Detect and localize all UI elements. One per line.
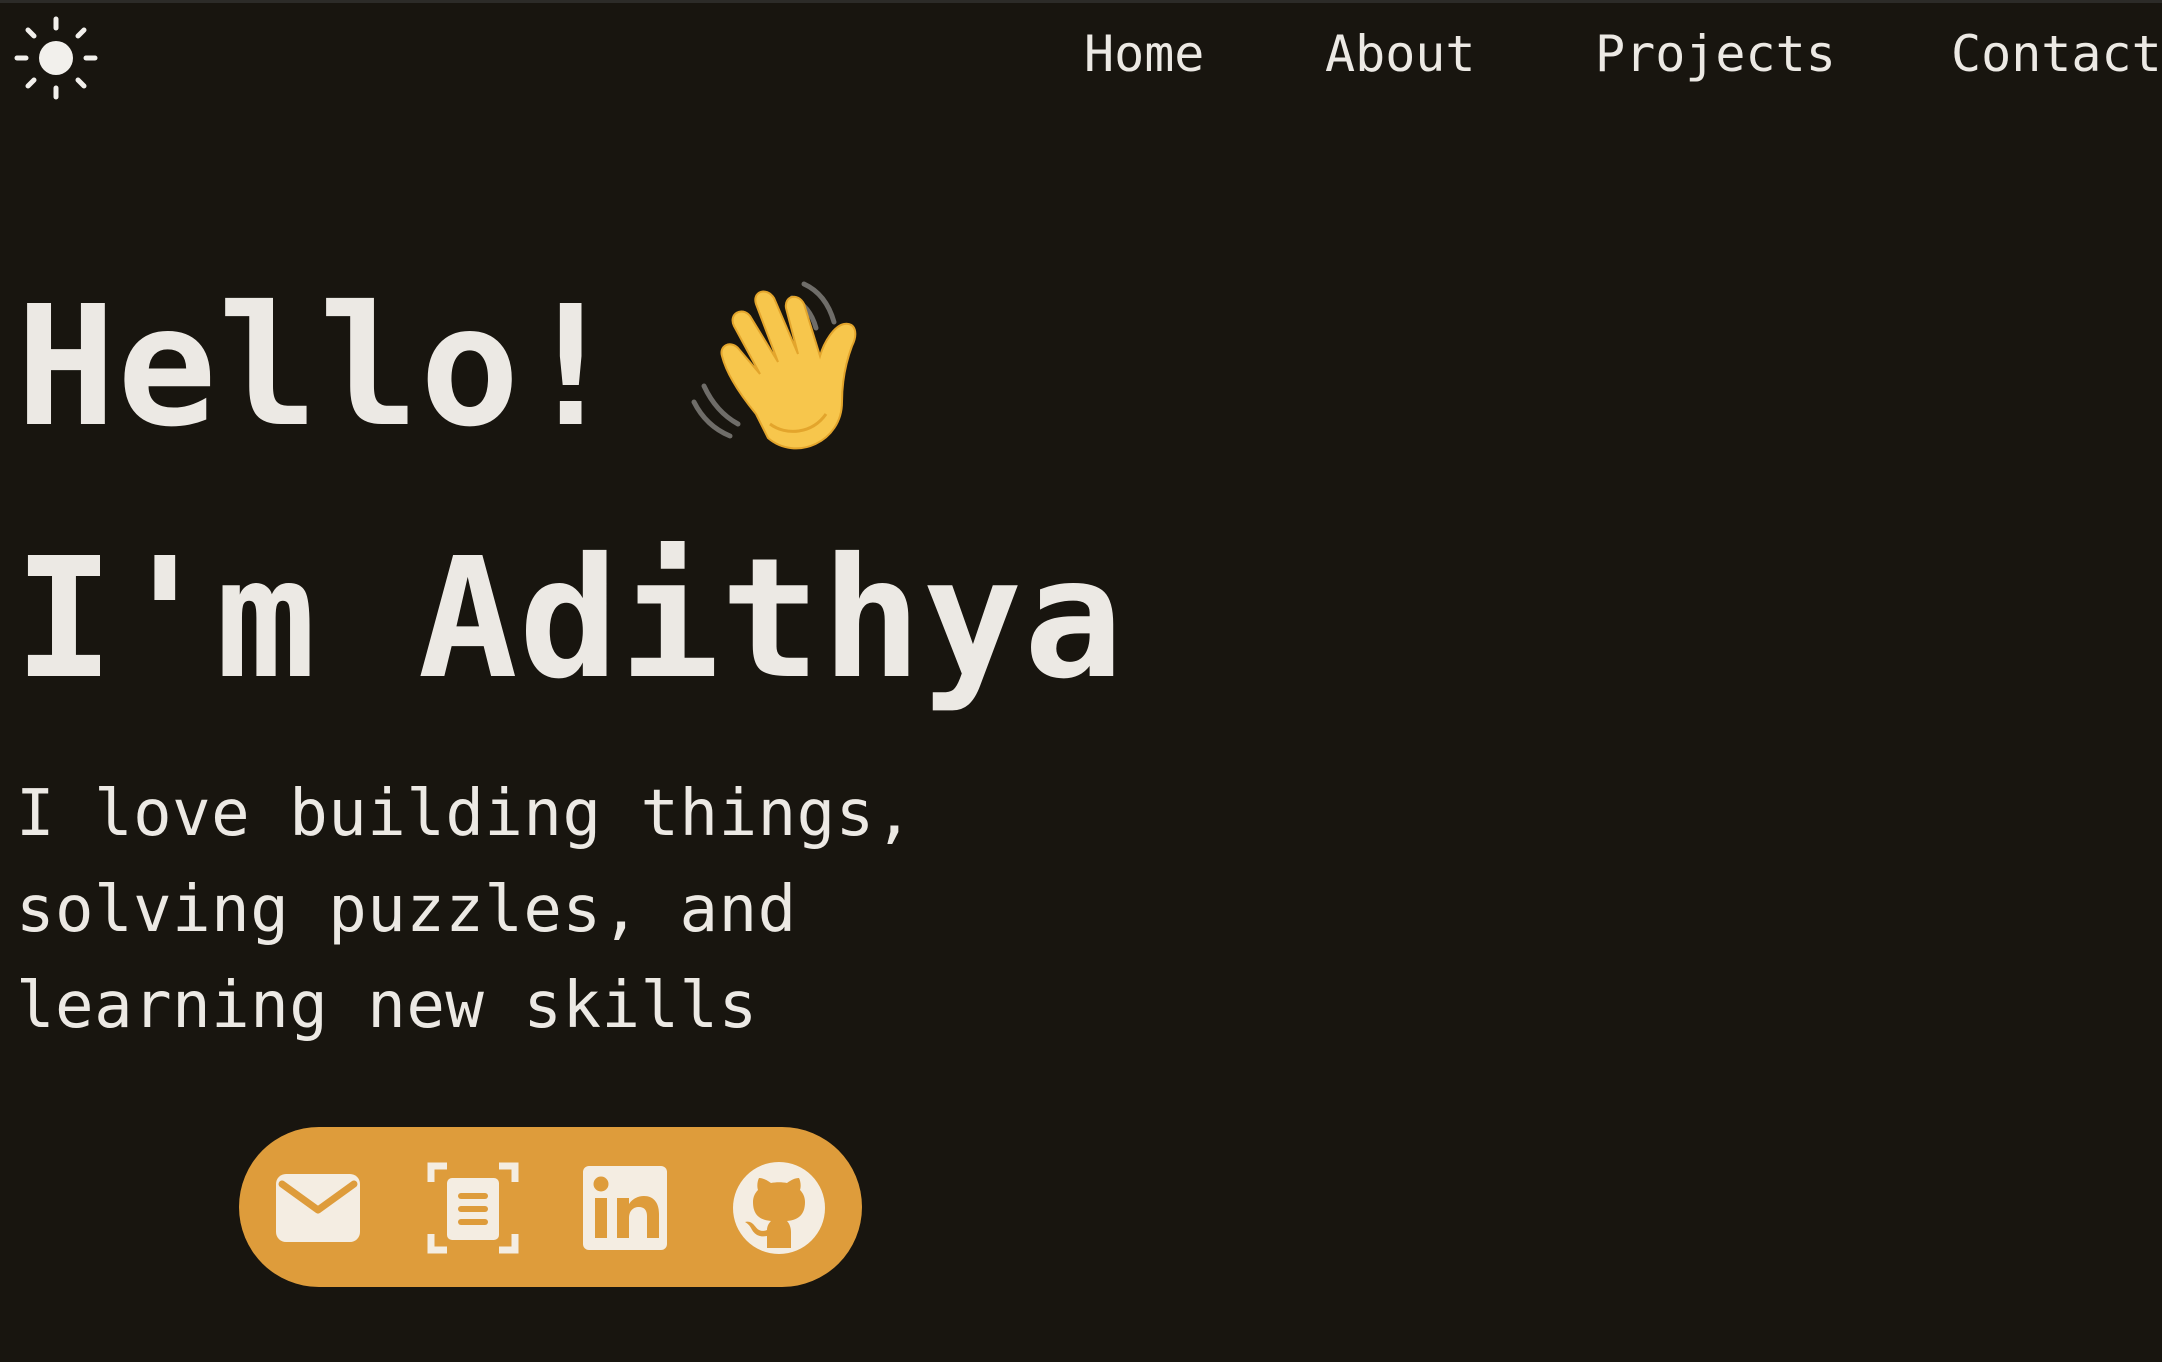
tagline-line: I love building things, [16,777,914,851]
resume-icon[interactable] [425,1160,521,1256]
hero-name: I'm Adithya [14,523,1125,716]
waving-hand-icon [686,264,906,464]
email-icon[interactable] [270,1160,366,1256]
hero-greeting: Hello! [16,271,622,464]
hero-tagline: I love building things, solving puzzles,… [16,766,996,1054]
tagline-line: learning new skills [16,969,758,1043]
tagline-line: solving puzzles, and [16,873,797,947]
top-border [0,0,2162,3]
nav-home-link[interactable]: Home [1084,22,1204,86]
nav-about-link[interactable]: About [1325,22,1476,86]
top-nav: Home About Projects Contact [0,22,2162,86]
github-icon[interactable] [731,1160,827,1256]
greeting-line: Hello! [16,268,857,468]
linkedin-icon[interactable] [577,1160,673,1256]
nav-projects-link[interactable]: Projects [1595,22,1836,86]
social-links-bar [239,1127,862,1287]
nav-contact-link[interactable]: Contact [1951,22,2162,86]
